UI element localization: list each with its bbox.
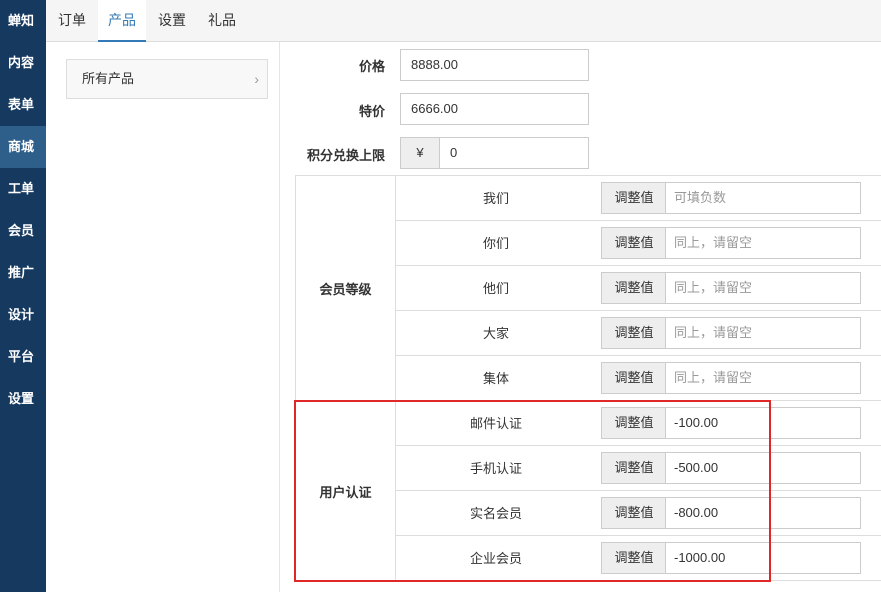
adjust-value-input[interactable]: 同上，请留空 [665, 227, 861, 259]
adjust-addon: 调整值 [601, 272, 667, 304]
table-row: 你们 调整值 同上，请留空 [396, 221, 881, 266]
sidebar-item-content[interactable]: 内容 [0, 42, 46, 84]
sidebar-item-forms[interactable]: 表单 [0, 84, 46, 126]
sidebar-item-design[interactable]: 设计 [0, 294, 46, 336]
adjust-value-input[interactable]: 同上，请留空 [665, 362, 861, 394]
table-row: 实名会员 调整值 -800.00 [396, 491, 881, 536]
sidebar-item-shop[interactable]: 商城 [0, 126, 46, 168]
adjust-addon: 调整值 [601, 227, 667, 259]
subnav-all-products[interactable]: 所有产品 › [66, 59, 268, 99]
sidebar-item-promotion[interactable]: 推广 [0, 252, 46, 294]
table-row: 大家 调整值 同上，请留空 [396, 311, 881, 356]
currency-addon: ¥ [400, 137, 440, 169]
product-subnav: 所有产品 › [46, 42, 280, 592]
top-tab-bar: 订单 产品 设置 礼品 [46, 0, 881, 42]
sidebar-item-brand[interactable]: 蝉知 [0, 0, 46, 42]
table-row: 我们 调整值 可填负数 [396, 176, 881, 221]
price-label: 价格 [358, 59, 385, 74]
adjust-value-input[interactable]: 同上，请留空 [665, 272, 861, 304]
points-limit-label: 积分兑换上限 [306, 148, 385, 163]
row-name: 手机认证 [469, 461, 522, 476]
adjust-value-input[interactable]: 可填负数 [665, 182, 861, 214]
price-input[interactable]: 8888.00 [400, 49, 589, 81]
row-name: 你们 [482, 236, 509, 251]
row-name: 邮件认证 [469, 416, 522, 431]
tab-settings[interactable]: 设置 [150, 0, 194, 42]
tab-orders[interactable]: 订单 [50, 0, 94, 42]
price-adjust-table: 会员等级 用户认证 我们 调整值 可填负数 你们 调整值 同上，请留空 他们 调… [295, 175, 881, 581]
special-price-input[interactable]: 6666.00 [400, 93, 589, 125]
row-name: 他们 [482, 281, 509, 296]
row-name: 我们 [482, 191, 509, 206]
member-level-group-label: 会员等级 [296, 176, 396, 401]
table-row: 企业会员 调整值 -1000.00 [396, 536, 881, 581]
adjust-addon: 调整值 [601, 452, 667, 484]
tab-products[interactable]: 产品 [98, 0, 146, 42]
adjust-value-input[interactable]: -500.00 [665, 452, 861, 484]
adjust-addon: 调整值 [601, 542, 667, 574]
table-row: 集体 调整值 同上，请留空 [396, 356, 881, 401]
sidebar-item-platform[interactable]: 平台 [0, 336, 46, 378]
row-name: 企业会员 [469, 551, 522, 566]
adjust-value-input[interactable]: -100.00 [665, 407, 861, 439]
chevron-right-icon: › [254, 71, 259, 87]
sidebar-item-settings[interactable]: 设置 [0, 378, 46, 420]
row-name: 集体 [482, 371, 509, 386]
adjust-addon: 调整值 [601, 182, 667, 214]
sidebar-item-tickets[interactable]: 工单 [0, 168, 46, 210]
adjust-addon: 调整值 [601, 317, 667, 349]
subnav-all-products-label: 所有产品 [82, 71, 135, 86]
row-name: 实名会员 [469, 506, 522, 521]
main-sidebar: 蝉知 内容 表单 商城 工单 会员 推广 设计 平台 设置 [0, 0, 46, 592]
user-auth-group-label: 用户认证 [296, 401, 396, 581]
adjust-value-input[interactable]: -800.00 [665, 497, 861, 529]
sidebar-item-members[interactable]: 会员 [0, 210, 46, 252]
table-row: 邮件认证 调整值 -100.00 [396, 401, 881, 446]
tab-gifts[interactable]: 礼品 [200, 0, 244, 42]
table-row: 手机认证 调整值 -500.00 [396, 446, 881, 491]
table-row: 他们 调整值 同上，请留空 [396, 266, 881, 311]
points-limit-input[interactable]: 0 [439, 137, 589, 169]
adjust-addon: 调整值 [601, 407, 667, 439]
special-price-label: 特价 [358, 104, 385, 119]
adjust-value-input[interactable]: 同上，请留空 [665, 317, 861, 349]
adjust-addon: 调整值 [601, 497, 667, 529]
row-name: 大家 [482, 326, 509, 341]
adjust-value-input[interactable]: -1000.00 [665, 542, 861, 574]
adjust-addon: 调整值 [601, 362, 667, 394]
